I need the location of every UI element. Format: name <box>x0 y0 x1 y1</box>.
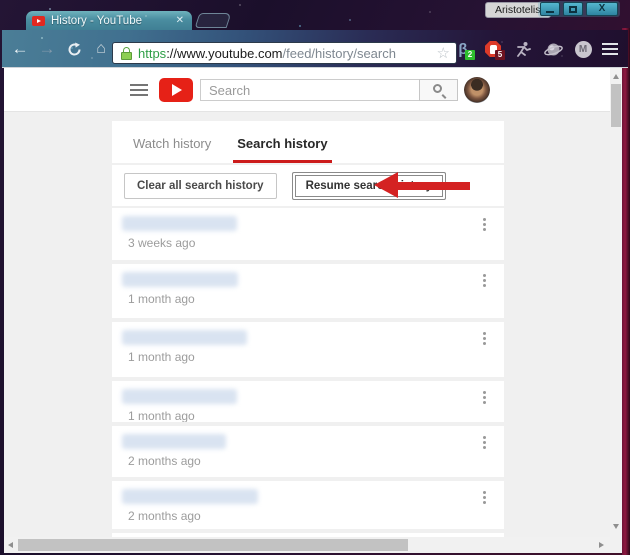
nav-buttons: ← → ⌂ <box>10 30 111 68</box>
browser-tab[interactable]: History - YouTube ✕ <box>26 11 192 30</box>
history-row[interactable]: 2 months ago <box>112 426 504 477</box>
url-text[interactable]: https://www.youtube.com/feed/history/sea… <box>138 46 435 61</box>
resume-search-history-button[interactable]: Resume search history <box>292 172 447 200</box>
kebab-menu-icon[interactable] <box>478 332 490 350</box>
close-button[interactable]: X <box>586 2 618 16</box>
history-row[interactable]: 1 month ago <box>112 264 504 318</box>
browser-window: History - YouTube ✕ Aristotelis X ← → ⌂ <box>0 0 630 555</box>
new-tab-button[interactable] <box>195 13 232 28</box>
history-time: 3 weeks ago <box>128 236 195 250</box>
history-query-blur <box>122 389 237 404</box>
window-border <box>622 28 630 555</box>
youtube-header <box>4 68 610 112</box>
history-query-blur <box>122 489 258 504</box>
chrome-menu-icon[interactable] <box>602 43 618 55</box>
history-query-blur <box>122 434 226 449</box>
kebab-menu-icon[interactable] <box>478 391 490 409</box>
ssl-lock-icon[interactable] <box>121 47 132 60</box>
history-query-blur <box>122 272 238 287</box>
history-time: 2 months ago <box>128 454 201 468</box>
back-icon[interactable]: ← <box>10 39 30 59</box>
extension-icons: β 2 5 M <box>452 30 618 68</box>
kebab-menu-icon[interactable] <box>478 218 490 236</box>
history-tabs: Watch history Search history <box>112 121 504 163</box>
extension-beta-icon[interactable]: β 2 <box>452 37 474 61</box>
horizontal-scrollbar[interactable] <box>4 537 608 553</box>
search-input[interactable] <box>200 79 419 101</box>
history-time: 2 months ago <box>128 509 201 523</box>
history-actions: Clear all search history Resume search h… <box>112 165 504 206</box>
extension-m-icon[interactable]: M <box>572 37 594 61</box>
hamburger-menu-icon[interactable] <box>130 84 148 96</box>
window-controls: X <box>538 1 620 17</box>
page-viewport: Watch history Search history Clear all s… <box>4 68 610 537</box>
kebab-menu-icon[interactable] <box>478 436 490 454</box>
tab-title: History - YouTube <box>51 15 174 27</box>
history-query-blur <box>122 330 247 345</box>
maximize-button[interactable] <box>563 2 583 16</box>
active-tab-underline <box>233 160 331 163</box>
scroll-down-icon[interactable] <box>613 524 619 529</box>
extension-stop-hand-icon[interactable]: 5 <box>482 37 504 61</box>
scroll-right-icon[interactable] <box>599 542 604 548</box>
tab-watch-history[interactable]: Watch history <box>131 136 213 163</box>
scrollbar-corner <box>608 537 622 553</box>
tab-search-history[interactable]: Search history <box>235 136 329 163</box>
extension-badge: 5 <box>495 50 505 60</box>
horizontal-scrollbar-thumb[interactable] <box>18 539 408 551</box>
history-content: Watch history Search history Clear all s… <box>112 121 504 537</box>
titlebar: History - YouTube ✕ Aristotelis X <box>0 0 630 30</box>
extension-runner-icon[interactable] <box>512 37 534 61</box>
scroll-left-icon[interactable] <box>8 542 13 548</box>
youtube-logo[interactable] <box>159 78 193 102</box>
extension-badge: 2 <box>465 50 475 60</box>
address-bar[interactable]: https://www.youtube.com/feed/history/sea… <box>112 42 457 64</box>
history-row[interactable]: 2 months ago <box>112 481 504 529</box>
extension-planet-icon[interactable] <box>542 37 564 61</box>
history-row[interactable]: 1 month ago <box>112 322 504 377</box>
history-time: 1 month ago <box>128 350 195 364</box>
youtube-favicon <box>32 16 45 26</box>
home-icon[interactable]: ⌂ <box>91 39 111 59</box>
vertical-scrollbar[interactable] <box>610 68 622 537</box>
scroll-up-icon[interactable] <box>613 74 619 79</box>
history-time: 1 month ago <box>128 409 195 422</box>
history-row[interactable]: 3 weeks ago <box>112 208 504 260</box>
tab-close-icon[interactable]: ✕ <box>174 15 186 26</box>
vertical-scrollbar-thumb[interactable] <box>611 84 621 127</box>
kebab-menu-icon[interactable] <box>478 274 490 292</box>
minimize-button[interactable] <box>540 2 560 16</box>
clear-search-history-button[interactable]: Clear all search history <box>124 173 277 199</box>
forward-icon[interactable]: → <box>37 39 57 59</box>
history-query-blur <box>122 216 237 231</box>
history-time: 1 month ago <box>128 292 195 306</box>
kebab-menu-icon[interactable] <box>478 491 490 509</box>
search-button[interactable] <box>419 79 458 101</box>
avatar[interactable] <box>464 77 490 103</box>
history-list: 3 weeks ago 1 month ago 1 month ago 1 mo… <box>112 208 504 529</box>
bookmark-star-icon[interactable]: ☆ <box>435 44 452 62</box>
browser-toolbar: ← → ⌂ https://www.youtube.com/feed/histo… <box>2 30 628 68</box>
history-row[interactable]: 1 month ago <box>112 381 504 422</box>
search-icon <box>433 84 442 93</box>
refresh-icon[interactable] <box>64 39 84 59</box>
